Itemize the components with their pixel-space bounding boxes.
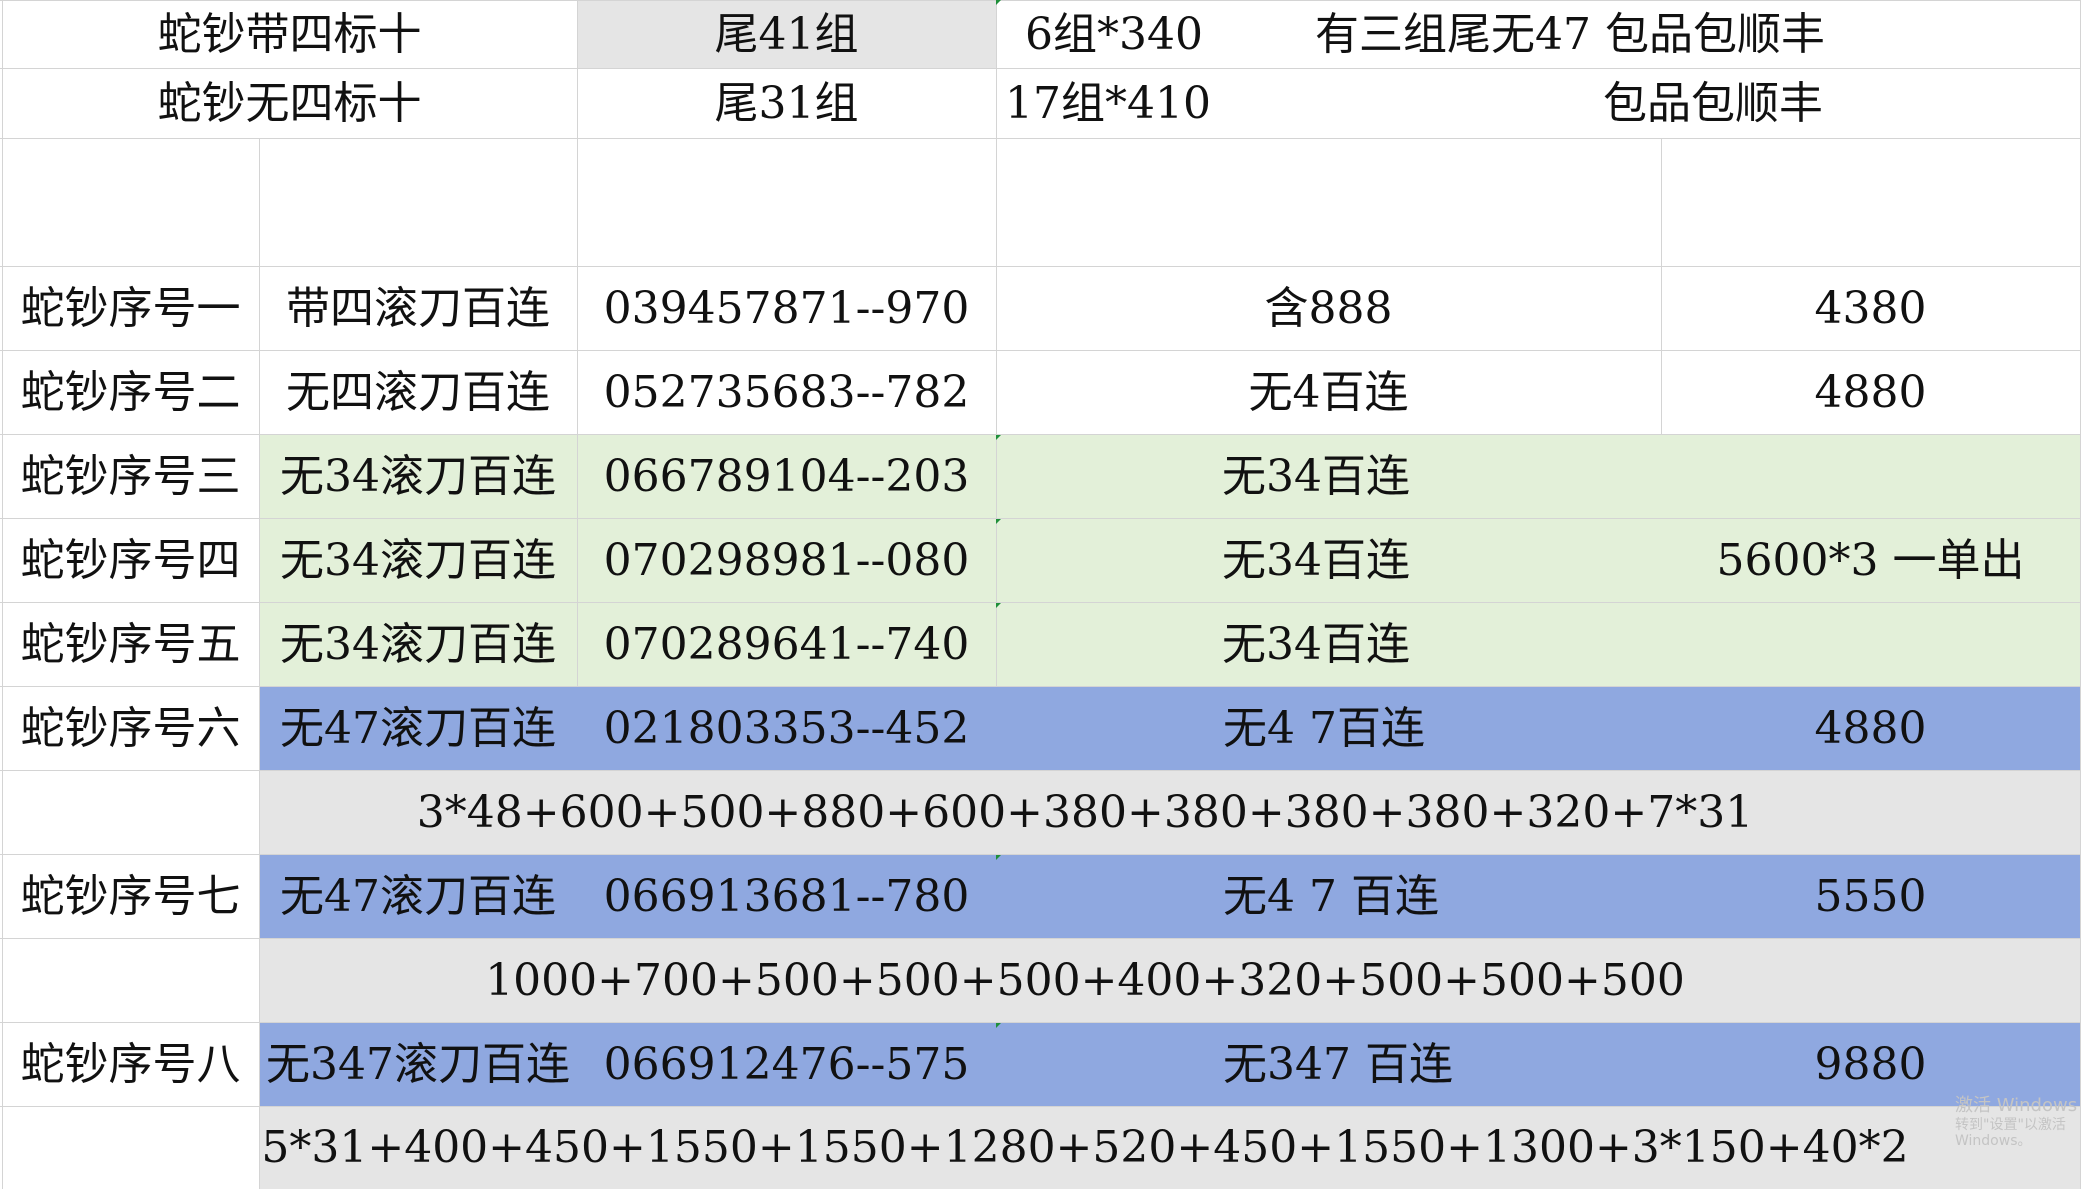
cell-label[interactable]: 蛇钞序号八 [2,1023,259,1107]
cell-label[interactable]: 蛇钞序号二 [2,351,259,435]
cell-feature[interactable]: 无34百连 [996,519,1636,603]
cell-formula[interactable]: 5*31+400+450+1550+1550+1280+520+450+1550… [259,1107,2081,1189]
cell-label[interactable]: 蛇钞序号六 [2,687,259,771]
cell-serial[interactable]: 066912476--575 [577,1023,996,1107]
cell-serial[interactable]: 021803353--452 [577,687,996,771]
activation-watermark: 激活 Windows 转到"设置"以激活 Windows。 [1955,1095,2081,1150]
cell-serial[interactable]: 066789104--203 [577,435,996,519]
cell-desc[interactable]: 无47滚刀百连 [259,855,577,939]
cell-serial[interactable]: 052735683--782 [577,351,996,435]
cell-feature[interactable]: 无4 7百连 [1223,687,1653,771]
cell-desc[interactable]: 无47滚刀百连 [259,687,577,771]
cell-feature[interactable]: 无34百连 [996,603,1636,687]
cell-feature[interactable]: 无4百连 [996,351,1661,435]
cell-name[interactable]: 蛇钞带四标十 [2,0,577,69]
cell-marker [996,1023,1001,1028]
cell-group-price[interactable]: 6组*340 [1025,0,1305,69]
cell-desc[interactable]: 无34滚刀百连 [259,519,577,603]
cell-serial[interactable]: 066913681--780 [577,855,996,939]
cell-desc[interactable]: 无347滚刀百连 [259,1023,577,1107]
cell-formula[interactable]: 1000+700+500+500+500+400+320+500+500+500 [259,939,2081,1023]
cell-feature[interactable]: 无347 百连 [1223,1023,1653,1107]
cell-desc[interactable]: 无34滚刀百连 [259,435,577,519]
cell-label[interactable]: 蛇钞序号一 [2,267,259,351]
cell-desc[interactable]: 无四滚刀百连 [259,351,577,435]
cell-serial[interactable]: 070298981--080 [577,519,996,603]
cell-desc[interactable]: 无34滚刀百连 [259,603,577,687]
cell-feature[interactable]: 无4 7 百连 [1223,855,1653,939]
cell-name[interactable]: 蛇钞无四标十 [2,69,577,138]
cell-label[interactable]: 蛇钞序号四 [2,519,259,603]
cell-tail-groups[interactable]: 尾31组 [577,69,996,138]
cell-note[interactable]: 包品包顺丰 [1603,69,1903,138]
watermark-line-2: 转到"设置"以激活 Windows。 [1955,1116,2066,1150]
cell-price[interactable]: 5550 [1661,855,2080,939]
cell-merged-price[interactable]: 5600*3 一单出 [1661,435,2080,686]
grid-line [0,138,2081,139]
cell-feature[interactable]: 无34百连 [996,435,1636,519]
cell-price[interactable]: 4880 [1661,687,2080,771]
cell-serial[interactable]: 070289641--740 [577,603,996,687]
cell-tail-groups[interactable]: 尾41组 [577,0,996,69]
cell-serial[interactable]: 039457871--970 [577,267,996,351]
cell-note[interactable]: 有三组尾无47 包品包顺丰 [1315,0,2015,69]
cell-price[interactable]: 4880 [1661,351,2080,435]
cell-label[interactable]: 蛇钞序号三 [2,435,259,519]
cell-price[interactable]: 4380 [1661,267,2080,351]
cell-label[interactable]: 蛇钞序号七 [2,855,259,939]
cell-formula[interactable]: 3*48+600+500+880+600+380+380+380+380+320… [259,771,2081,855]
cell-group-price[interactable]: 17组*410 [1005,69,1305,138]
watermark-line-1: 激活 Windows [1955,1095,2078,1116]
cell-label[interactable]: 蛇钞序号五 [2,603,259,687]
cell-marker [996,855,1001,860]
cell-desc[interactable]: 带四滚刀百连 [259,267,577,351]
cell-marker [996,0,1001,5]
cell-feature[interactable]: 含888 [996,267,1661,351]
